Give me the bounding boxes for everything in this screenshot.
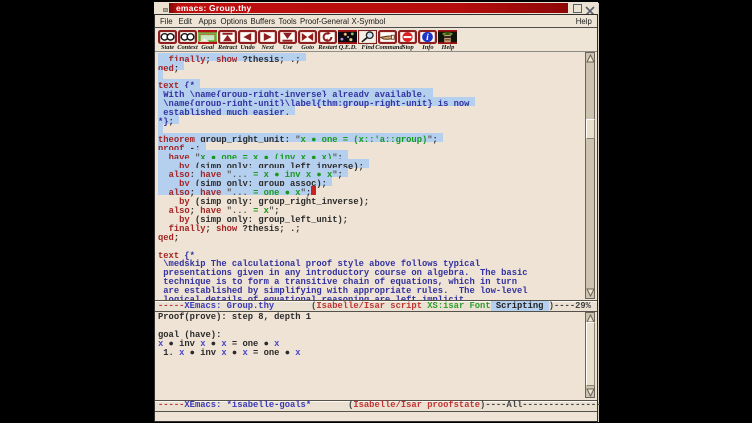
svg-text:i: i — [427, 33, 430, 43]
